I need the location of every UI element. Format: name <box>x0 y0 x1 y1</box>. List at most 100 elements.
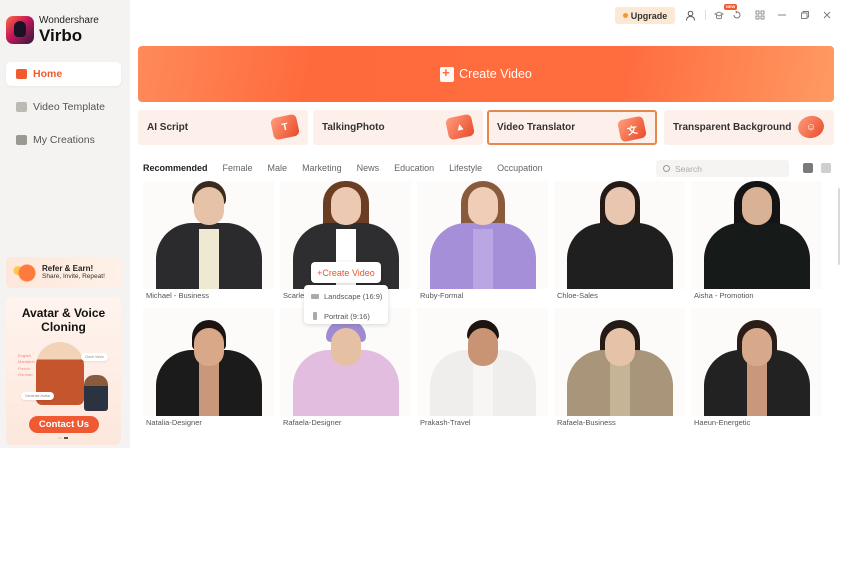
avatar-face <box>741 328 772 366</box>
avatar-card[interactable] <box>143 181 274 289</box>
search-input[interactable]: Search <box>656 160 789 177</box>
tab-male[interactable]: Male <box>268 163 288 173</box>
talking-photo-icon: ▲ <box>444 113 476 141</box>
avatar-shirt <box>198 229 219 289</box>
ai-script-icon: T <box>269 113 301 141</box>
gallery-icon[interactable] <box>821 163 831 173</box>
title-bar: Upgrade NEW <box>130 0 845 32</box>
create-video-icon <box>440 65 455 82</box>
avatar-name: Rafaela-Business <box>557 418 616 427</box>
feature-transparent-background[interactable]: Transparent Background ☺ <box>664 110 834 145</box>
tab-occupation[interactable]: Occupation <box>497 163 543 173</box>
feature-ai-script[interactable]: AI Script T <box>138 110 308 145</box>
sidebar-item-label: Video Template <box>33 101 105 113</box>
app-window: Wondershare Virbo Home Video Template My… <box>0 0 845 448</box>
promo-title: Avatar & Voice Cloning <box>21 306 106 334</box>
avatar-card[interactable] <box>143 308 274 416</box>
tab-female[interactable]: Female <box>223 163 253 173</box>
carousel-dots[interactable] <box>58 437 68 439</box>
tab-marketing[interactable]: Marketing <box>302 163 342 173</box>
scrollbar[interactable] <box>838 188 840 265</box>
create-video-label: Create Video <box>459 67 532 81</box>
avatar-face <box>330 328 361 366</box>
avatar-name: Natalia-Designer <box>146 418 202 427</box>
avatar-face <box>467 328 498 366</box>
avatar-card[interactable] <box>417 308 548 416</box>
feature-label: AI Script <box>147 122 189 133</box>
divider <box>705 10 706 20</box>
minimize-icon[interactable] <box>775 8 789 22</box>
avatar-face <box>741 187 772 225</box>
search-icon <box>663 165 670 172</box>
promo-languages: English Mandarin French German <box>18 353 35 378</box>
feature-talking-photo[interactable]: TalkingPhoto ▲ <box>313 110 483 145</box>
feature-label: Video Translator <box>497 122 576 133</box>
sidebar-item-home[interactable]: Home <box>6 62 121 86</box>
menu-item-landscape[interactable]: Landscape (16:9) <box>304 287 388 305</box>
sidebar-item-video-template[interactable]: Video Template <box>6 95 121 119</box>
avatar-name: Haeun-Energetic <box>694 418 751 427</box>
avatar-name: Michael - Business <box>146 291 209 300</box>
upgrade-label: Upgrade <box>630 10 668 21</box>
close-icon[interactable] <box>820 8 834 22</box>
promo-chip: Generate Avatar <box>21 392 55 400</box>
promo-avatar-image-secondary <box>84 375 108 411</box>
feature-video-translator[interactable]: Video Translator 文 <box>487 110 657 145</box>
avatar-shirt <box>472 229 493 289</box>
tab-news[interactable]: News <box>357 163 380 173</box>
refer-subtitle: Share, Invite, Repeat! <box>42 273 105 281</box>
sidebar-item-label: Home <box>33 68 63 80</box>
gift-icon <box>9 260 39 285</box>
history-icon[interactable] <box>730 8 744 22</box>
crown-icon <box>622 13 628 18</box>
feature-label: TalkingPhoto <box>322 122 385 133</box>
refer-and-earn-banner[interactable]: Refer & Earn! Share, Invite, Repeat! <box>6 257 121 288</box>
landscape-icon <box>311 293 319 299</box>
create-video-button[interactable]: Create Video <box>138 46 834 102</box>
photo-avatar-icon[interactable] <box>803 163 813 173</box>
avatar-name: Prakash-Travel <box>420 418 471 427</box>
avatar-face <box>604 187 635 225</box>
brand-name: Wondershare <box>39 15 99 26</box>
avatar-card[interactable] <box>417 181 548 289</box>
tab-lifestyle[interactable]: Lifestyle <box>449 163 482 173</box>
avatar-name: Ruby-Formal <box>420 291 464 300</box>
apps-grid-icon[interactable] <box>753 8 767 22</box>
card-create-video-button[interactable]: +Create Video <box>311 262 381 283</box>
avatar-voice-cloning-promo[interactable]: Avatar & Voice Cloning English Mandarin Fr… <box>6 297 121 445</box>
transparent-background-icon: ☺ <box>795 113 827 141</box>
avatar-face <box>193 187 224 225</box>
avatar-card[interactable] <box>691 181 822 289</box>
app-logo: Wondershare Virbo <box>6 16 99 44</box>
sidebar-item-my-creations[interactable]: My Creations <box>6 128 121 152</box>
refer-title: Refer & Earn! <box>42 264 94 274</box>
my-creations-icon <box>16 135 27 145</box>
category-tabs: Recommended Female Male Marketing News E… <box>143 163 558 173</box>
learn-icon[interactable] <box>712 8 726 22</box>
account-icon[interactable] <box>683 8 697 22</box>
sidebar-nav: Home Video Template My Creations <box>6 62 121 161</box>
aspect-ratio-menu: Landscape (16:9) Portrait (9:16) <box>304 285 388 324</box>
search-placeholder: Search <box>675 163 702 174</box>
avatar-card[interactable] <box>554 181 685 289</box>
menu-item-portrait[interactable]: Portrait (9:16) <box>304 307 388 325</box>
tab-recommended[interactable]: Recommended <box>143 163 208 173</box>
avatar-face <box>467 187 498 225</box>
avatar-card[interactable] <box>691 308 822 416</box>
avatar-face <box>604 328 635 366</box>
video-translator-icon: 文 <box>616 115 648 143</box>
sidebar: Wondershare Virbo Home Video Template My… <box>0 0 130 448</box>
restore-icon[interactable] <box>798 8 812 22</box>
feature-label: Transparent Background <box>673 122 792 133</box>
portrait-icon <box>313 312 317 320</box>
avatar-name: Chloe-Sales <box>557 291 598 300</box>
menu-item-label: Landscape (16:9) <box>324 291 383 301</box>
virbo-logo-icon <box>6 16 34 44</box>
tab-education[interactable]: Education <box>394 163 434 173</box>
avatar-name: Rafaela-Designer <box>283 418 342 427</box>
upgrade-button[interactable]: Upgrade <box>615 7 675 24</box>
contact-us-button[interactable]: Contact Us <box>29 416 99 433</box>
avatar-card[interactable] <box>554 308 685 416</box>
promo-chip: Clone Voice <box>81 353 108 361</box>
video-template-icon <box>16 102 27 112</box>
